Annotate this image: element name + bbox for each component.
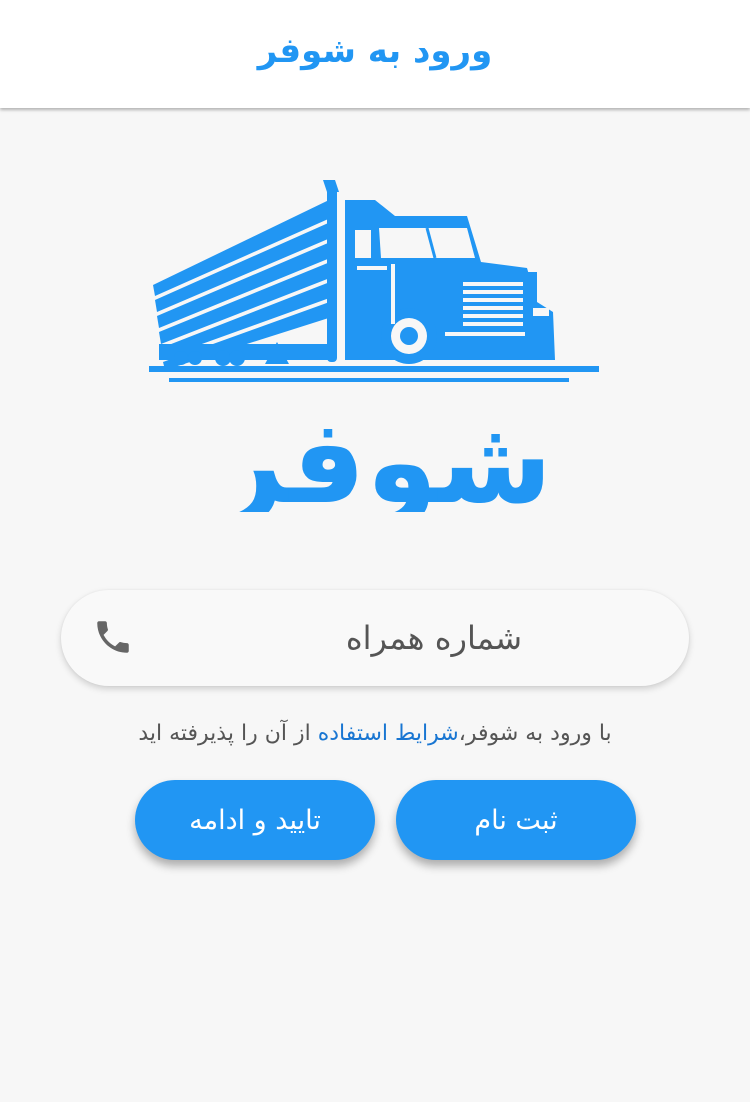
terms-suffix: از آن را پذیرفته اید [138, 721, 318, 746]
register-button[interactable]: ثبت نام [396, 780, 636, 860]
terms-prefix: با ورود به شوفر، [458, 721, 612, 746]
page-title: ورود به شوفر [257, 31, 493, 71]
logo: شوفر [145, 172, 605, 531]
phone-input[interactable] [170, 608, 522, 668]
truck-logo-icon: شوفر [149, 180, 599, 531]
svg-text:شوفر: شوفر [213, 395, 553, 512]
app-bar: ورود به شوفر [0, 0, 750, 108]
continue-button[interactable]: تایید و ادامه [135, 780, 375, 860]
terms-link[interactable]: شرایط استفاده [318, 721, 459, 746]
terms-text: با ورود به شوفر،شرایط استفاده از آن را پ… [40, 716, 710, 752]
phone-icon [92, 616, 134, 658]
